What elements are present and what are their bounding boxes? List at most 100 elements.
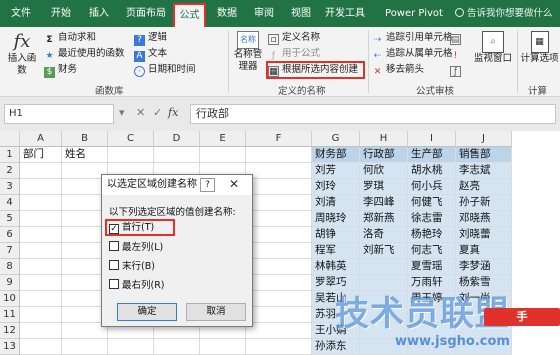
table-cell[interactable]: 周晓玲 <box>312 211 360 227</box>
select-all-corner[interactable] <box>0 131 20 147</box>
column-header[interactable]: J <box>456 131 512 147</box>
table-cell[interactable]: 刘玲 <box>312 179 360 195</box>
column-header[interactable]: A <box>20 131 62 147</box>
name-manager-button[interactable]: 名称 名称管理器 <box>230 31 266 73</box>
table-cell[interactable]: 程军 <box>312 243 360 259</box>
column-header[interactable]: C <box>108 131 154 147</box>
tab-power-pivot[interactable]: Power Pivot <box>376 0 452 27</box>
formula-input[interactable]: 行政部 <box>190 104 556 124</box>
row-header[interactable]: 5 <box>0 211 20 227</box>
table-cell[interactable]: 刘芳 <box>312 163 360 179</box>
checkbox-icon[interactable] <box>109 241 119 251</box>
evaluate-formula-button[interactable]: ƒ <box>450 63 464 77</box>
checkbox-left-column[interactable]: 最左列(L) <box>109 241 163 254</box>
checkbox-icon[interactable] <box>109 279 119 289</box>
table-cell[interactable] <box>246 147 312 163</box>
recent-functions-button[interactable]: ★ 最近使用的函数 <box>44 47 124 62</box>
table-cell[interactable] <box>154 147 200 163</box>
text-button[interactable]: A 文本 <box>134 47 167 62</box>
table-cell[interactable]: 夏雪瑶 <box>408 259 456 275</box>
use-in-formula-button[interactable]: ƒ 用于公式 <box>268 47 320 62</box>
column-header[interactable]: D <box>154 131 200 147</box>
row-header[interactable]: 4 <box>0 195 20 211</box>
table-cell[interactable] <box>246 179 312 195</box>
table-cell[interactable] <box>246 291 312 307</box>
trace-dependents-button[interactable]: ⇠ 追踪从属单元格 <box>372 47 453 62</box>
tab-file[interactable]: 文件 <box>6 0 36 27</box>
table-cell[interactable]: 洛奇 <box>360 227 408 243</box>
column-header[interactable]: E <box>200 131 246 147</box>
table-cell[interactable] <box>20 227 62 243</box>
close-icon[interactable]: ✕ <box>223 177 245 193</box>
tell-me-search[interactable]: 告诉我你想要做什么 <box>455 0 553 27</box>
tab-home[interactable]: 开始 <box>46 0 76 27</box>
tab-review[interactable]: 审阅 <box>249 0 279 27</box>
table-cell[interactable] <box>246 307 312 323</box>
table-cell[interactable] <box>246 259 312 275</box>
table-cell[interactable] <box>20 195 62 211</box>
table-cell[interactable] <box>20 211 62 227</box>
table-cell[interactable] <box>246 227 312 243</box>
table-cell[interactable]: 胡铮 <box>312 227 360 243</box>
column-header[interactable]: H <box>360 131 408 147</box>
table-cell[interactable] <box>246 163 312 179</box>
table-cell[interactable]: 刘新飞 <box>360 243 408 259</box>
tab-insert[interactable]: 插入 <box>84 0 114 27</box>
table-cell[interactable]: 李志斌 <box>456 163 512 179</box>
table-cell[interactable] <box>108 147 154 163</box>
table-cell[interactable]: 胡水桃 <box>408 163 456 179</box>
table-cell[interactable] <box>200 339 246 355</box>
tab-developer[interactable]: 开发工具 <box>319 0 371 27</box>
row-header[interactable]: 1 <box>0 147 20 163</box>
table-cell[interactable]: 孙子新 <box>456 195 512 211</box>
column-header[interactable]: B <box>62 131 108 147</box>
table-cell[interactable] <box>62 339 108 355</box>
table-cell[interactable]: 姓名 <box>62 147 108 163</box>
row-header[interactable]: 2 <box>0 163 20 179</box>
table-cell[interactable]: 财务部 <box>312 147 360 163</box>
table-cell[interactable] <box>20 163 62 179</box>
insert-function-fx-icon[interactable]: fx <box>168 106 178 119</box>
help-icon[interactable]: ? <box>200 178 215 192</box>
table-cell[interactable]: 夏真 <box>456 243 512 259</box>
table-cell[interactable] <box>246 275 312 291</box>
row-header[interactable]: 7 <box>0 243 20 259</box>
table-cell[interactable]: 何健飞 <box>408 195 456 211</box>
tab-view[interactable]: 视图 <box>286 0 316 27</box>
row-header[interactable]: 8 <box>0 259 20 275</box>
table-cell[interactable]: 罗琪 <box>360 179 408 195</box>
column-header[interactable]: G <box>312 131 360 147</box>
watch-window-button[interactable]: ⌕ 监视窗口 <box>470 31 516 65</box>
table-cell[interactable] <box>20 339 62 355</box>
table-cell[interactable] <box>154 339 200 355</box>
table-cell[interactable] <box>20 275 62 291</box>
row-header[interactable]: 10 <box>0 291 20 307</box>
table-cell[interactable]: 赵亮 <box>456 179 512 195</box>
row-header[interactable]: 11 <box>0 307 20 323</box>
table-cell[interactable] <box>20 243 62 259</box>
column-header[interactable]: F <box>246 131 312 147</box>
table-cell[interactable] <box>108 339 154 355</box>
row-header[interactable]: 12 <box>0 323 20 339</box>
table-cell[interactable] <box>20 323 62 339</box>
table-cell[interactable] <box>20 307 62 323</box>
namebox-dropdown-icon[interactable]: ▾ <box>119 106 125 119</box>
checkbox-icon[interactable] <box>109 260 119 270</box>
table-cell[interactable]: 生产部 <box>408 147 456 163</box>
table-cell[interactable] <box>246 211 312 227</box>
table-cell[interactable]: 李四峰 <box>360 195 408 211</box>
table-cell[interactable]: 何欣 <box>360 163 408 179</box>
row-header[interactable]: 9 <box>0 275 20 291</box>
ok-button[interactable]: 确定 <box>117 303 177 321</box>
table-cell[interactable]: 何志飞 <box>408 243 456 259</box>
table-cell[interactable] <box>20 291 62 307</box>
table-cell[interactable] <box>246 243 312 259</box>
table-cell[interactable] <box>246 339 312 355</box>
table-cell[interactable]: 销售部 <box>456 147 512 163</box>
datetime-button[interactable]: · 日期和时间 <box>134 63 196 77</box>
table-cell[interactable]: 孙添东 <box>312 339 360 355</box>
logical-button[interactable]: ? 逻辑 <box>134 31 167 46</box>
show-formulas-button[interactable]: ▤ <box>450 31 464 45</box>
tab-page-layout[interactable]: 页面布局 <box>121 0 171 27</box>
name-box[interactable]: H1 <box>4 104 114 124</box>
